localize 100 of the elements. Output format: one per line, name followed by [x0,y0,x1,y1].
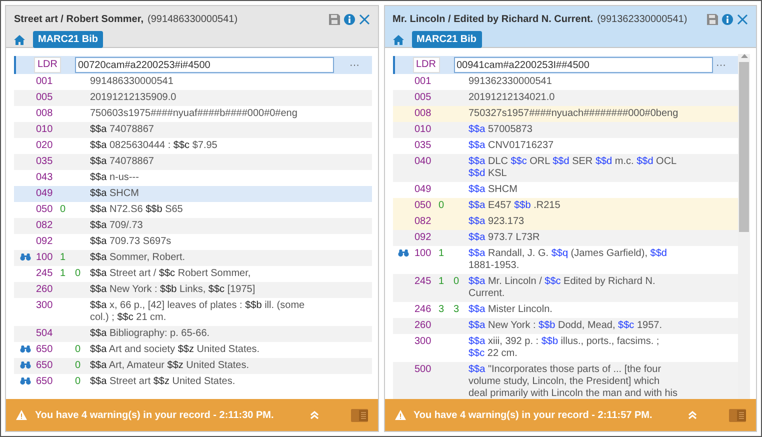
field-row[interactable]: 005 20191212134021.0 [392,90,738,106]
field-value: $$a SHCM [468,184,518,195]
field-value: $$a x, 66 p., [42] leaves of plates : $$b ill. (some col.) ; $$c 21 cm. [90,300,305,323]
field-row[interactable]: 010 $$a 57005873 [392,122,738,138]
field-row[interactable]: 005 20191212135909.0 [14,90,372,106]
info-icon[interactable] [722,14,733,25]
indicator: 1 [60,268,66,279]
field-row[interactable]: 008 750603s1975####nyuaf####b####000#0#eng [14,106,372,122]
scroll-up-icon[interactable] [740,54,748,58]
field-tag: 300 [36,300,53,311]
field-row[interactable]: 504 $$a Bibliography: p. 65-66. [14,326,372,342]
home-icon[interactable] [392,34,404,44]
panel-toggle-button[interactable] [350,408,368,422]
field-value: $$a E457 $$b .R215 [468,200,560,211]
field-row[interactable]: 082 $$a 923.173 [392,214,738,230]
field-row[interactable]: 035 $$a 74078867 [14,154,372,170]
field-tag: 650 [36,360,53,371]
field-row[interactable]: 035 $$a CNV01716237 [392,138,738,154]
field-row[interactable]: 040 $$a DLC $$c ORL $$d SER $$d m.c. $$d OCL $$d KSL [392,154,738,182]
indicator: 3 [454,304,460,315]
record-title: Street art / Robert Sommer, [14,13,144,27]
field-value: $$a 57005873 [468,124,532,135]
field-row[interactable]: 050 0 $$a E457 $$b .R215 [392,198,738,214]
leader-field[interactable]: 00720cam#a2200253#i#4500 [75,57,334,73]
indicator: 0 [75,376,81,387]
binoculars-icon[interactable] [20,361,30,369]
field-value: $$a SHCM [90,188,139,199]
field-row[interactable]: 260 $$a New York : $$b Dodd, Mead, $$c 1957. [392,318,738,334]
field-value: $$a "Incorporates those parts of ... [the four volume study, Lincoln, the President] which deal primarily with Lincoln the man and with his [468,364,678,399]
field-tag: 050 [36,204,53,215]
field-row[interactable]: 300 $$a xiii, 392 p. : $$b illus., ports., facsims. ; $$c 22 cm. [392,334,738,362]
indicator: 0 [60,204,66,215]
record-title: Mr. Lincoln / Edited by Richard N. Current. [392,13,594,27]
indicator: 0 [75,268,81,279]
indicator: 1 [438,276,444,287]
field-row[interactable]: 001 991486330000541 [14,74,372,90]
binoculars-icon[interactable] [20,253,30,261]
field-value: 750327s1957####nyuach########000#0beng [468,108,678,119]
chevrons-up-icon[interactable] [310,411,318,419]
indicator: 1 [438,248,444,259]
field-row[interactable]: 092 $$a 973.7 L73R [392,230,738,246]
record-id: (991486330000541) [147,13,238,27]
field-row[interactable]: 092 $$a 709.73 S697s [14,234,372,250]
field-row[interactable]: 049 $$a SHCM [14,186,372,202]
field-value: $$a 74078867 [90,124,154,135]
field-row[interactable]: 100 1 $$a Sommer, Robert. [14,250,372,266]
binoculars-icon[interactable] [20,377,30,385]
field-value: $$a Art, Amateur $$z United States. [90,360,249,371]
field-tag: 043 [36,172,53,183]
binoculars-icon[interactable] [20,345,30,353]
field-tag: 001 [414,76,432,87]
field-tag: 040 [414,156,432,167]
scrollbar[interactable] [738,54,750,399]
more-button[interactable]: ··· [716,58,726,72]
field-row[interactable]: 050 0 $$a N72.S6 $$b S65 [14,202,372,218]
field-row[interactable]: 049 $$a SHCM [392,182,738,198]
field-row[interactable]: 500 $$a "Incorporates those parts of ... [the four volume study, Lincoln, the President] which deal primarily with Lincoln the man and with his [392,362,738,399]
field-row[interactable]: 010 $$a 74078867 [14,122,372,138]
field-row[interactable]: 008 750327s1957####nyuach########000#0beng [392,106,738,122]
indicator: 0 [454,276,460,287]
field-value: $$a xiii, 392 p. : $$b illus., ports., facsims. ; $$c 22 cm. [468,336,660,359]
field-row[interactable]: 650 0 $$a Art, Amateur $$z United States. [14,358,372,374]
warning-icon [394,410,406,420]
binoculars-icon[interactable] [398,249,409,257]
field-value: $$a Mr. Lincoln / $$c Edited by Richard N. Current. [468,276,656,299]
home-icon[interactable] [14,34,25,44]
field-value: $$a Mister Lincoln. [468,304,552,315]
field-row[interactable]: 020 $$a 0825630444 : $$c $7.95 [14,138,372,154]
field-row[interactable]: 043 $$a n-us--- [14,170,372,186]
field-row[interactable]: 082 $$a 709/.73 [14,218,372,234]
field-row[interactable]: 001 991362330000541 [392,74,738,90]
field-value: $$a Randall, J. G. $$q (James Garfield), $$d 1881-1953. [468,248,667,271]
panel-toggle-button[interactable] [729,408,746,422]
field-value: $$a Sommer, Robert. [90,252,186,263]
field-tag: 049 [414,184,432,195]
close-icon[interactable] [737,14,748,25]
field-row[interactable]: 100 1 $$a Randall, J. G. $$q (James Garfield), $$d 1881-1953. [392,246,738,274]
field-row[interactable]: 245 1 0 $$a Mr. Lincoln / $$c Edited by Richard N. Current. [392,274,738,302]
field-row[interactable]: 650 0 $$a Art and society $$z United States. [14,342,372,358]
field-row[interactable]: 300 $$a x, 66 p., [42] leaves of plates : $$b ill. (some col.) ; $$c 21 cm. [14,298,372,326]
field-row[interactable]: 246 3 3 $$a Mister Lincoln. [392,302,738,318]
field-tag: 001 [36,76,53,87]
field-tag: 005 [414,92,432,103]
save-icon[interactable] [707,14,718,25]
field-row[interactable]: 260 $$a New York : $$b Links, $$c [1975] [14,282,372,298]
close-icon[interactable] [358,14,370,25]
field-tag: 260 [414,320,432,331]
field-row[interactable]: 245 1 0 $$a Street art / $$c Robert Sommer, [14,266,372,282]
field-tag: 008 [414,108,432,119]
more-button[interactable]: ··· [350,58,360,72]
field-value: 991486330000541 [90,76,174,87]
field-tag: 020 [36,140,53,151]
field-value: $$a 973.7 L73R [468,232,540,243]
field-value: 991362330000541 [468,76,552,87]
chevrons-up-icon[interactable] [688,411,697,419]
field-value: $$a 74078867 [90,156,154,167]
leader-field[interactable]: 00941cam#a2200253I##4500 [454,57,712,73]
info-icon[interactable] [344,14,354,25]
field-row[interactable]: 650 0 $$a Street art $$z United States. [14,374,372,390]
save-icon[interactable] [328,14,340,25]
